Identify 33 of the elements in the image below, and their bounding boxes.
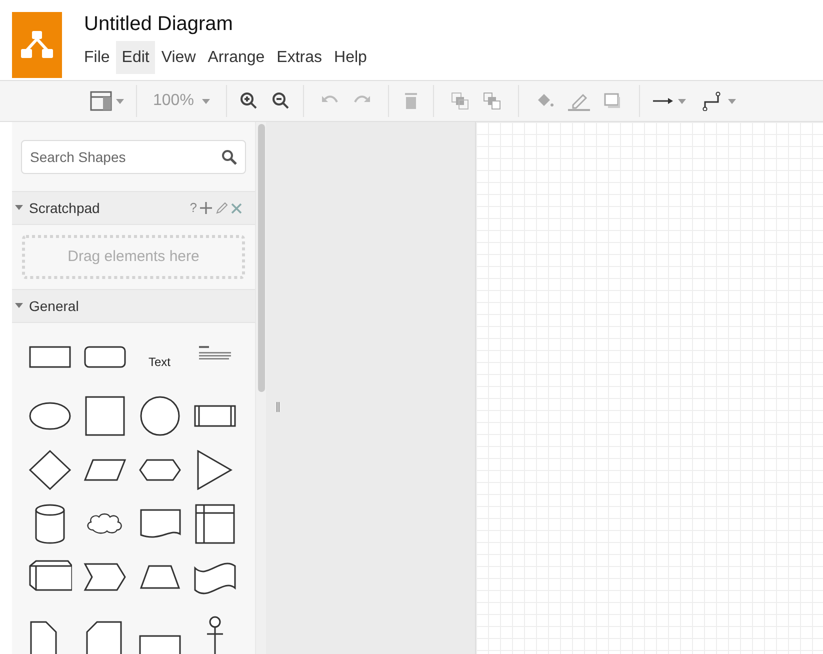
section-header[interactable]: Scratchpad ?: [12, 191, 255, 225]
zoom-out-icon[interactable]: [270, 91, 291, 111]
diagram-title[interactable]: Untitled Diagram: [84, 12, 373, 36]
caret-icon: [15, 205, 23, 211]
search-icon[interactable]: [221, 149, 237, 165]
caret-icon: [678, 98, 686, 104]
menu-item[interactable]: Arrange: [202, 41, 271, 74]
add-icon[interactable]: [200, 202, 212, 214]
menu-item[interactable]: Edit: [116, 41, 156, 74]
text-shape[interactable]: Text: [148, 353, 170, 371]
square-shape[interactable]: [82, 396, 126, 436]
app-logo: [12, 12, 62, 78]
search-field[interactable]: Search Shapes: [21, 140, 246, 174]
caret-icon: [728, 98, 736, 104]
internal-storage-shape[interactable]: [192, 504, 236, 544]
menu-item[interactable]: Extras: [270, 41, 328, 74]
caret-icon: [202, 98, 210, 104]
menu-item[interactable]: File: [78, 41, 116, 74]
caret-icon: [15, 303, 23, 309]
menu-item[interactable]: Help: [328, 41, 373, 74]
section-title: General: [29, 296, 80, 316]
resize-handle-icon[interactable]: [276, 402, 280, 412]
drop-hint: Drag elements here: [68, 246, 200, 267]
section-header[interactable]: General: [12, 289, 255, 323]
caret-icon: [116, 98, 124, 104]
diamond-shape[interactable]: [28, 450, 72, 490]
circle-shape[interactable]: [138, 396, 182, 436]
format-panel-icon[interactable]: [90, 91, 112, 111]
menu-item[interactable]: View: [155, 41, 202, 74]
section-title: Scratchpad: [29, 198, 101, 218]
line-color-icon[interactable]: [566, 91, 591, 111]
zoom-in-icon[interactable]: [238, 91, 259, 111]
scrollbar-thumb[interactable]: [258, 124, 264, 392]
